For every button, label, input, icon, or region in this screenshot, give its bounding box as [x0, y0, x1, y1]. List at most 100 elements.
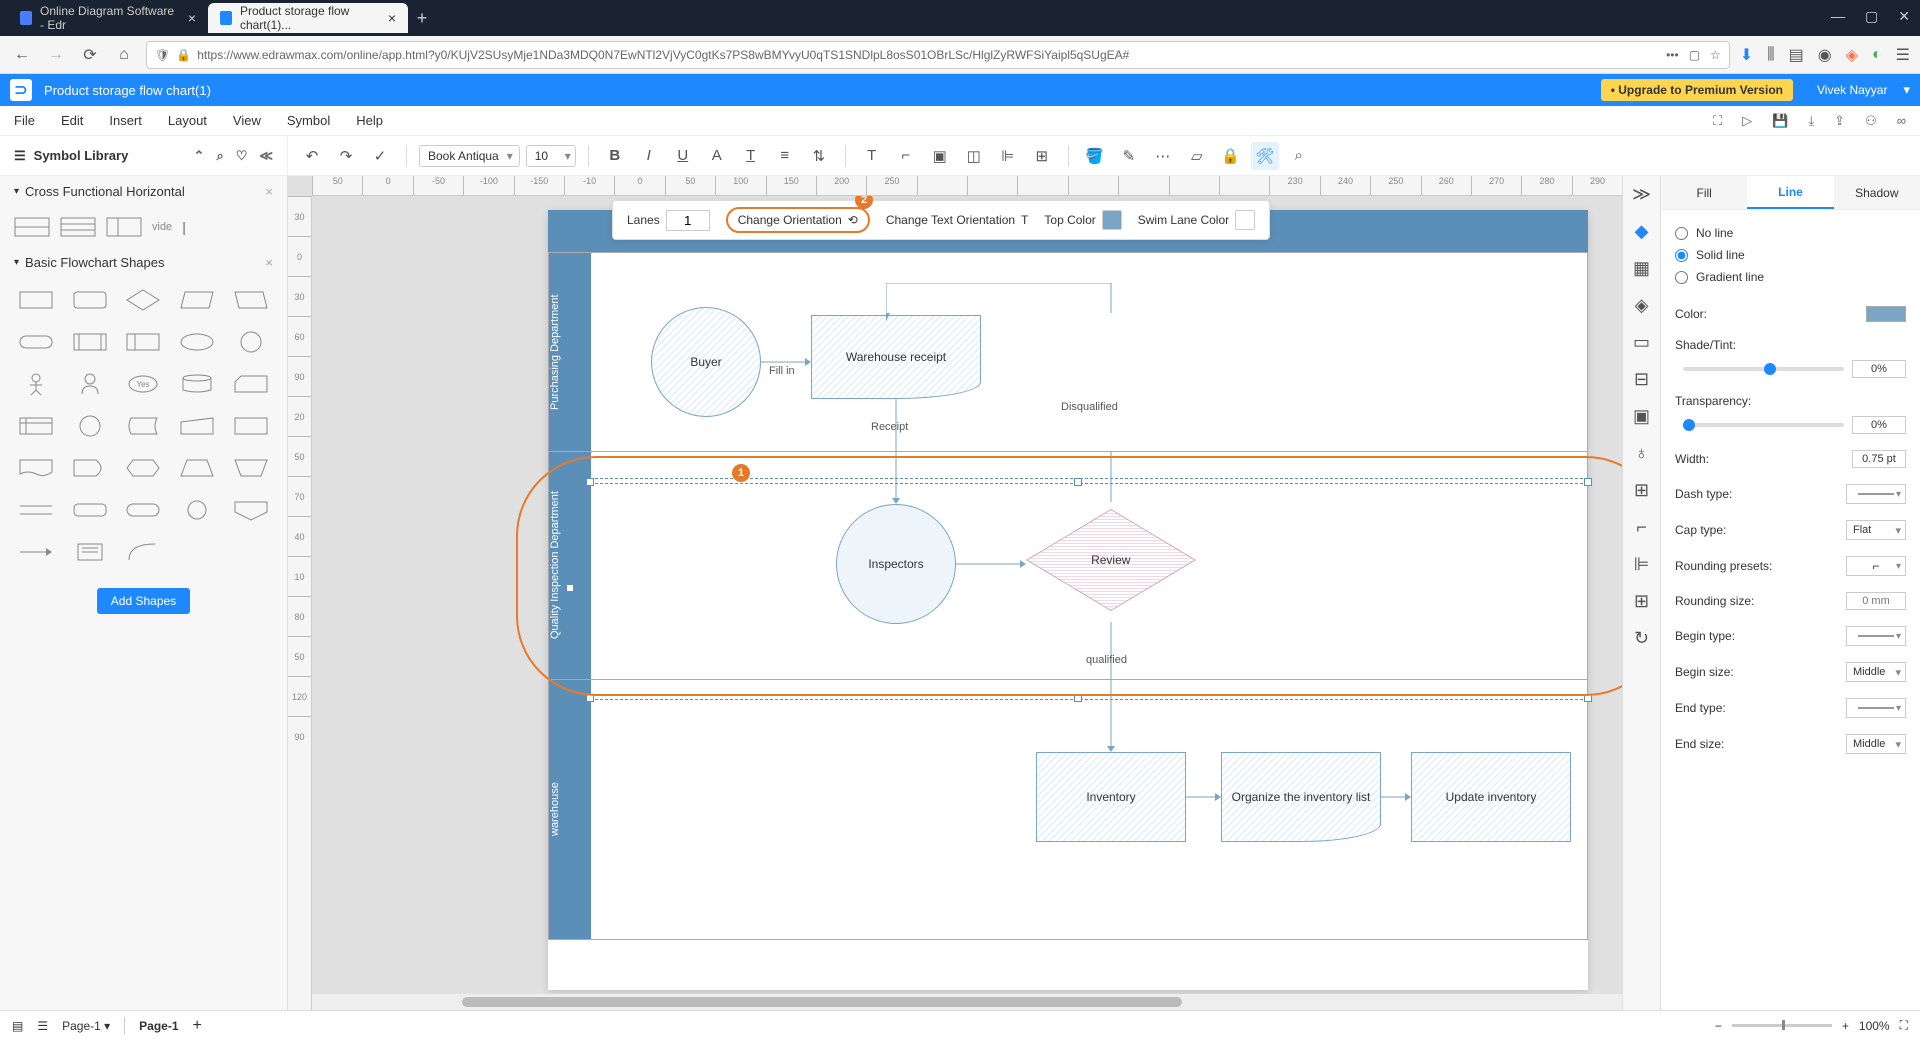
- fill-panel-icon[interactable]: ◆: [1635, 221, 1649, 242]
- shape-stored-data[interactable]: [122, 412, 166, 440]
- more-icon[interactable]: •••: [1666, 48, 1679, 62]
- upgrade-button[interactable]: • Upgrade to Premium Version: [1601, 79, 1793, 101]
- swimlane-h3-icon[interactable]: [106, 217, 142, 237]
- font-size-select[interactable]: 10: [526, 145, 576, 167]
- shape-parallelogram[interactable]: [175, 286, 219, 314]
- expand-strip-icon[interactable]: ≫: [1632, 184, 1651, 205]
- shape-circle2[interactable]: [175, 496, 219, 524]
- swim-lane-color-swatch[interactable]: [1235, 210, 1255, 230]
- tools-icon[interactable]: 🛠: [1251, 142, 1279, 170]
- history-icon[interactable]: ↻: [1634, 628, 1649, 649]
- cap-type-select[interactable]: Flat: [1846, 520, 1906, 540]
- shape-trapezoid[interactable]: [175, 454, 219, 482]
- radio-no-line[interactable]: No line: [1675, 222, 1906, 244]
- end-type-select[interactable]: [1846, 698, 1906, 718]
- undo-icon[interactable]: ↶: [298, 142, 326, 170]
- shape-trapezoid2[interactable]: [229, 454, 273, 482]
- line-style-icon[interactable]: ⋯: [1149, 142, 1177, 170]
- transparency-slider[interactable]: [1683, 423, 1844, 427]
- group-icon[interactable]: ◫: [960, 142, 988, 170]
- shape-cylinder[interactable]: [175, 370, 219, 398]
- back-icon[interactable]: ←: [10, 43, 34, 67]
- menu-view[interactable]: View: [233, 113, 261, 128]
- change-text-orientation-button[interactable]: Change Text Orientation T: [886, 213, 1029, 227]
- lock-icon[interactable]: 🔒: [1217, 142, 1245, 170]
- url-bar[interactable]: 🛡 🔒 https://www.edrawmax.com/online/app.…: [146, 41, 1730, 69]
- add-shapes-button[interactable]: Add Shapes: [97, 588, 190, 614]
- line-spacing-icon[interactable]: ⇅: [805, 142, 833, 170]
- browser-tab-1[interactable]: Online Diagram Software - Edr ×: [8, 3, 208, 33]
- close-window-icon[interactable]: ✕: [1898, 8, 1910, 25]
- page-dropdown[interactable]: Page-1 ▾: [62, 1019, 110, 1033]
- user-dropdown-icon[interactable]: ▾: [1903, 82, 1910, 98]
- shape-manual-input[interactable]: [175, 412, 219, 440]
- tab-fill[interactable]: Fill: [1661, 176, 1747, 209]
- symbol-library-header[interactable]: ☰ Symbol Library ⌃ ⌕ ♡ ≪: [0, 136, 288, 175]
- canvas-scroll[interactable]: 2 Lanes Change Orientation ⟲ Change Text…: [312, 196, 1622, 994]
- lane-label-warehouse[interactable]: warehouse: [549, 680, 561, 939]
- zoom-in-icon[interactable]: +: [1842, 1019, 1849, 1033]
- format-painter-icon[interactable]: ✓: [366, 142, 394, 170]
- cloud-icon[interactable]: ∞: [1897, 113, 1906, 129]
- download-icon[interactable]: ⬇: [1740, 45, 1753, 65]
- search-canvas-icon[interactable]: ⌕: [1285, 142, 1313, 170]
- connector-icon[interactable]: ⌐: [892, 142, 920, 170]
- radio-solid-line[interactable]: Solid line: [1675, 244, 1906, 266]
- redo-icon[interactable]: ↷: [332, 142, 360, 170]
- shape-arc[interactable]: [122, 538, 166, 566]
- menu-symbol[interactable]: Symbol: [287, 113, 330, 128]
- shape-document[interactable]: [14, 454, 58, 482]
- export-icon[interactable]: ⤓: [1808, 113, 1814, 129]
- begin-type-select[interactable]: [1846, 626, 1906, 646]
- fullscreen-icon[interactable]: ⛶: [1900, 1018, 1908, 1033]
- tab-shadow[interactable]: Shadow: [1834, 176, 1920, 209]
- shape-capsule[interactable]: [122, 496, 166, 524]
- close-panel-icon[interactable]: ×: [265, 255, 273, 270]
- dash-type-select[interactable]: [1846, 484, 1906, 504]
- user-name[interactable]: Vivek Nayyar: [1817, 83, 1887, 97]
- menu-icon[interactable]: ☰: [1896, 45, 1910, 65]
- shape-yes[interactable]: Yes: [122, 370, 166, 398]
- shape-pill[interactable]: [14, 328, 58, 356]
- fill-icon[interactable]: 🪣: [1081, 142, 1109, 170]
- ext1-icon[interactable]: ◈: [1846, 45, 1858, 65]
- expand-icon[interactable]: ⌃: [194, 148, 205, 164]
- page-list-icon[interactable]: ▤: [12, 1019, 23, 1033]
- shape-diamond[interactable]: [122, 286, 166, 314]
- shape-rounded[interactable]: [68, 496, 112, 524]
- save-icon[interactable]: 💾: [1772, 113, 1788, 129]
- layers-icon[interactable]: ◈: [1635, 295, 1649, 316]
- menu-layout[interactable]: Layout: [168, 113, 207, 128]
- lane-label-quality[interactable]: Quality Inspection Department: [549, 452, 561, 679]
- library-icon[interactable]: ⫼: [1767, 46, 1774, 64]
- shape-arrow[interactable]: [14, 538, 58, 566]
- shade-slider[interactable]: [1683, 367, 1844, 371]
- shape-offpage[interactable]: [229, 496, 273, 524]
- panel-basic-flowchart[interactable]: ▾ Basic Flowchart Shapes ×: [0, 247, 287, 278]
- transparency-value[interactable]: 0%: [1852, 416, 1906, 434]
- app-logo-icon[interactable]: ⊃: [10, 79, 32, 101]
- favorite-icon[interactable]: ♡: [236, 148, 248, 164]
- image-icon[interactable]: ▣: [1633, 406, 1650, 427]
- swim-lane-color-control[interactable]: Swim Lane Color: [1138, 210, 1255, 230]
- resize-handle[interactable]: [1074, 478, 1082, 486]
- bold-icon[interactable]: B: [601, 142, 629, 170]
- radio-gradient-line[interactable]: Gradient line: [1675, 266, 1906, 288]
- menu-file[interactable]: File: [14, 113, 35, 128]
- page-icon[interactable]: ▭: [1633, 332, 1650, 353]
- resize-handle[interactable]: [1584, 694, 1592, 702]
- font-select[interactable]: Book Antiqua: [419, 145, 520, 167]
- shape-buyer[interactable]: Buyer: [651, 307, 761, 417]
- home-icon[interactable]: ⌂: [112, 43, 136, 67]
- shade-value[interactable]: 0%: [1852, 360, 1906, 378]
- swimlane-h2-icon[interactable]: [60, 217, 96, 237]
- play-icon[interactable]: ▷: [1742, 113, 1752, 129]
- account-icon[interactable]: ◉: [1818, 45, 1832, 65]
- tab-line[interactable]: Line: [1747, 176, 1833, 209]
- menu-help[interactable]: Help: [356, 113, 383, 128]
- shape-actor[interactable]: [14, 370, 58, 398]
- lanes-input[interactable]: [666, 210, 710, 231]
- close-icon[interactable]: ×: [188, 10, 196, 26]
- shape-note[interactable]: [68, 538, 112, 566]
- shape-card[interactable]: [229, 370, 273, 398]
